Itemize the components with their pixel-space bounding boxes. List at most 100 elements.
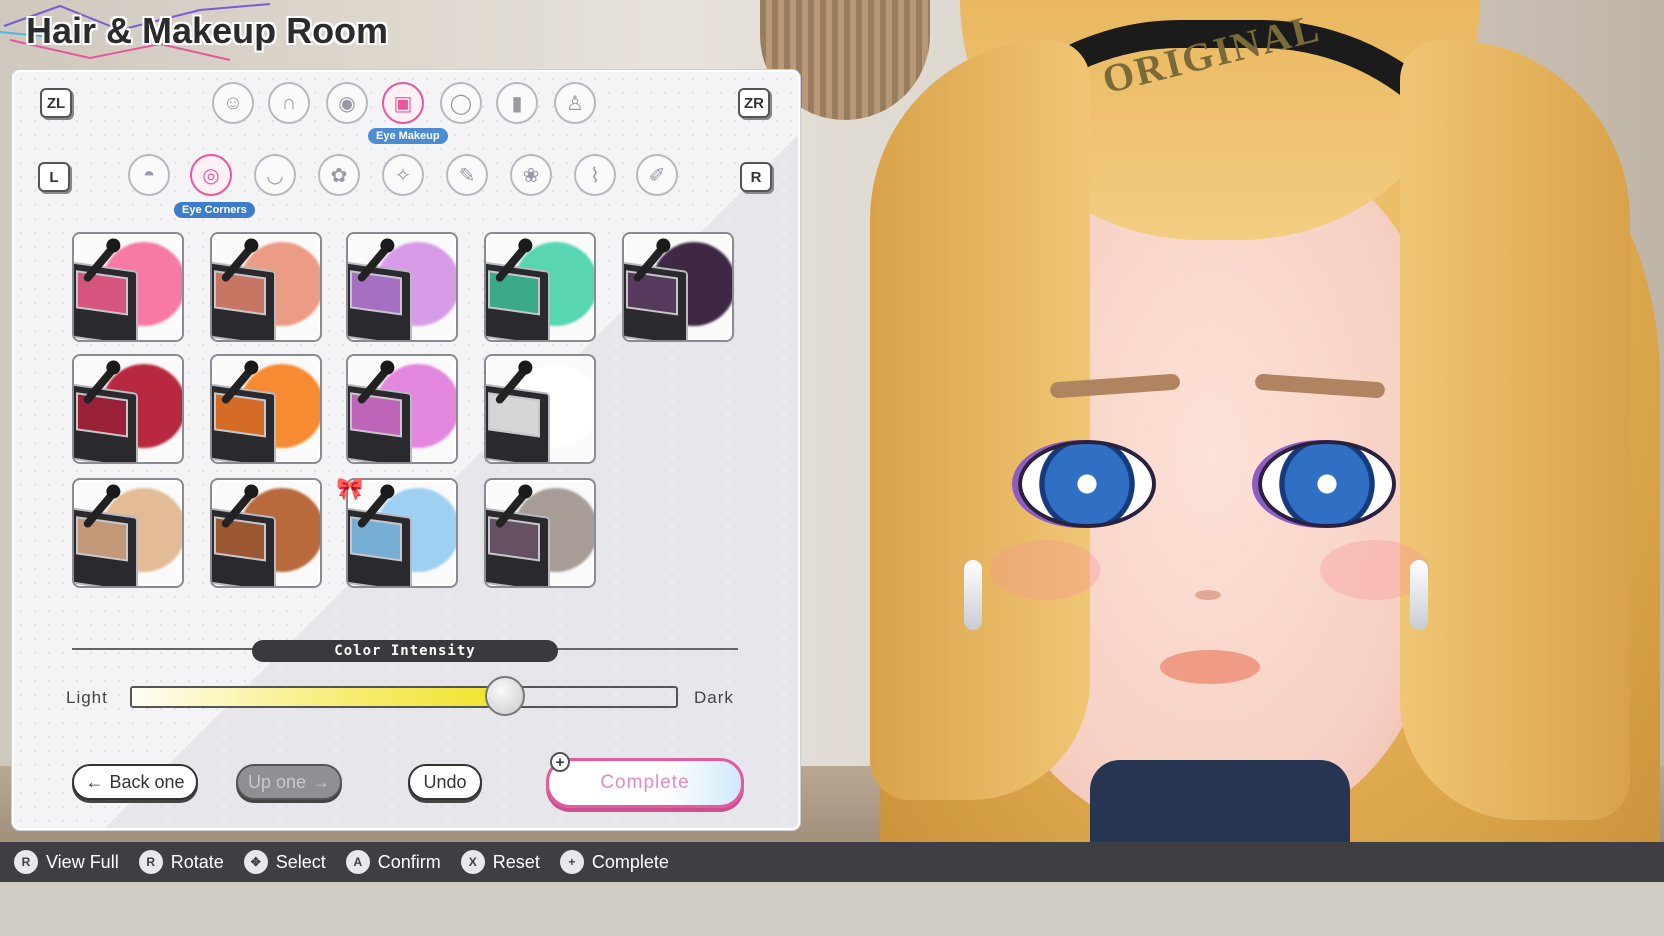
eye-decoration-icon: ❀	[522, 164, 540, 187]
eye-makeup-icon: ▣	[393, 92, 413, 115]
color-swatch[interactable]	[72, 478, 184, 588]
eyeshadow-palette-icon	[486, 383, 550, 462]
x-button-icon: X	[460, 850, 485, 874]
color-swatch[interactable]	[346, 354, 458, 464]
color-swatch[interactable]	[346, 232, 458, 342]
eye-glitter-icon: ✿	[330, 164, 348, 187]
category-tab-nail-polish[interactable]: ♙	[554, 82, 596, 124]
hint-label: Confirm	[377, 851, 441, 872]
plus-key-icon: +	[550, 752, 570, 772]
eyeshadow-palette-icon	[74, 507, 138, 586]
eyeshadow-palette-icon	[212, 383, 276, 462]
a-button-icon: A	[345, 850, 370, 874]
hint-label: Select	[275, 851, 326, 872]
hair-right	[1400, 40, 1630, 820]
l-button[interactable]: L	[38, 162, 70, 192]
color-swatch[interactable]	[484, 478, 596, 588]
zr-button[interactable]: ZR	[738, 88, 770, 118]
sub-tab-eye-pencil[interactable]: ✐	[636, 154, 678, 196]
color-swatch[interactable]	[210, 232, 322, 342]
hint-view-full: R View Full	[14, 850, 119, 874]
left-earring	[964, 560, 982, 630]
undo-button[interactable]: Undo	[408, 764, 482, 800]
dpad-icon: ✥	[243, 850, 268, 874]
eyeshadow-palette-icon	[486, 261, 550, 340]
eyeliner-icon: ◡	[266, 164, 284, 187]
eye-corner-icon: ◎	[202, 164, 220, 187]
eyeshadow-palette-icon	[74, 383, 138, 462]
sub-tab-eyebrow-brush[interactable]: ✎	[446, 154, 488, 196]
color-swatch[interactable]	[72, 232, 184, 342]
hint-confirm: A Confirm	[345, 850, 441, 874]
category-tab-lipstick[interactable]: ▮	[496, 82, 538, 124]
color-swatch[interactable]	[622, 232, 734, 342]
intensity-slider-track[interactable]	[130, 686, 678, 708]
hair-icon: ∩	[281, 91, 297, 114]
eyeshadow-palette-icon	[624, 261, 688, 340]
r-stick-rotate-icon: R	[138, 850, 163, 874]
sub-tab-eye-decoration[interactable]: ❀	[510, 154, 552, 196]
character-preview[interactable]: ORIGINAL	[840, 0, 1664, 896]
color-swatch[interactable]	[210, 478, 322, 588]
up-one-button[interactable]: Up one →	[236, 764, 342, 800]
sub-tab-eyeliner[interactable]: ◡	[254, 154, 296, 196]
category-tab-eye-makeup[interactable]: ▣	[382, 82, 424, 124]
complete-button[interactable]: Complete	[546, 758, 744, 808]
nail-polish-icon: ♙	[566, 92, 584, 115]
mascara-icon: ⌇	[590, 164, 600, 187]
hint-complete: + Complete	[559, 850, 669, 874]
sub-tab-eye-sparkle[interactable]: ✧	[382, 154, 424, 196]
plus-button-icon: +	[559, 850, 584, 874]
eyeshadow-palette-icon	[348, 507, 412, 586]
lipstick-icon: ▮	[511, 92, 523, 115]
arrow-left-icon: ←	[85, 771, 104, 792]
hint-label: Complete	[591, 851, 669, 872]
eyeshadow-icon: ◓	[142, 163, 156, 186]
color-swatch[interactable]	[72, 354, 184, 464]
sub-tab-eyeshadow[interactable]: ◓	[128, 154, 170, 196]
nose	[1195, 590, 1221, 600]
color-swatch[interactable]	[484, 232, 596, 342]
category-tab-face[interactable]: ☺	[212, 82, 254, 124]
sub-tab-active-label: Eye Corners	[174, 202, 255, 218]
eyebrow-brush-icon: ✎	[458, 164, 476, 187]
controls-hint-bar: R View Full R Rotate ✥ Select A Confirm X Reset + C…	[0, 842, 1664, 882]
dark-label: Dark	[694, 688, 734, 707]
category-tab-hair[interactable]: ∩	[268, 82, 310, 124]
right-eye	[1258, 440, 1396, 528]
intensity-slider-fill	[132, 688, 508, 706]
eye-icon: ◉	[338, 92, 356, 115]
up-one-label: Up one	[247, 771, 307, 792]
color-intensity-label: Color Intensity	[252, 640, 558, 662]
hint-label: Rotate	[170, 851, 224, 872]
sub-tab-eye-corner[interactable]: ◎	[190, 154, 232, 196]
sub-tab-mascara[interactable]: ⌇	[574, 154, 616, 196]
lips	[1160, 650, 1260, 684]
r-button[interactable]: R	[740, 162, 772, 192]
back-one-button[interactable]: ← Back one	[72, 764, 198, 800]
sub-tab-eye-glitter[interactable]: ✿	[318, 154, 360, 196]
arrow-right-icon: →	[312, 771, 331, 792]
right-earring	[1410, 560, 1428, 630]
category-tab-lens[interactable]: ◯	[440, 82, 482, 124]
hint-label: Reset	[492, 851, 540, 872]
category-tab-eye[interactable]: ◉	[326, 82, 368, 124]
lens-icon: ◯	[449, 92, 473, 115]
left-eye	[1018, 440, 1156, 528]
hint-label: View Full	[46, 851, 119, 872]
eyeshadow-palette-icon	[74, 261, 138, 340]
eye-sparkle-icon: ✧	[394, 164, 412, 187]
color-swatch[interactable]	[484, 354, 596, 464]
screen-title: Hair & Makeup Room	[26, 10, 389, 51]
r-stick-press-icon: R	[14, 850, 38, 874]
hint-bar-base	[0, 882, 1664, 936]
eyeshadow-palette-icon	[348, 261, 412, 340]
hair-left	[870, 40, 1090, 800]
zl-button[interactable]: ZL	[40, 88, 72, 118]
eyeshadow-palette-icon	[486, 507, 550, 586]
face-icon: ☺	[222, 91, 244, 114]
category-active-label: Eye Makeup	[368, 128, 448, 144]
color-swatch[interactable]	[210, 354, 322, 464]
light-label: Light	[66, 688, 108, 707]
bow-icon: 🎀	[336, 476, 364, 501]
